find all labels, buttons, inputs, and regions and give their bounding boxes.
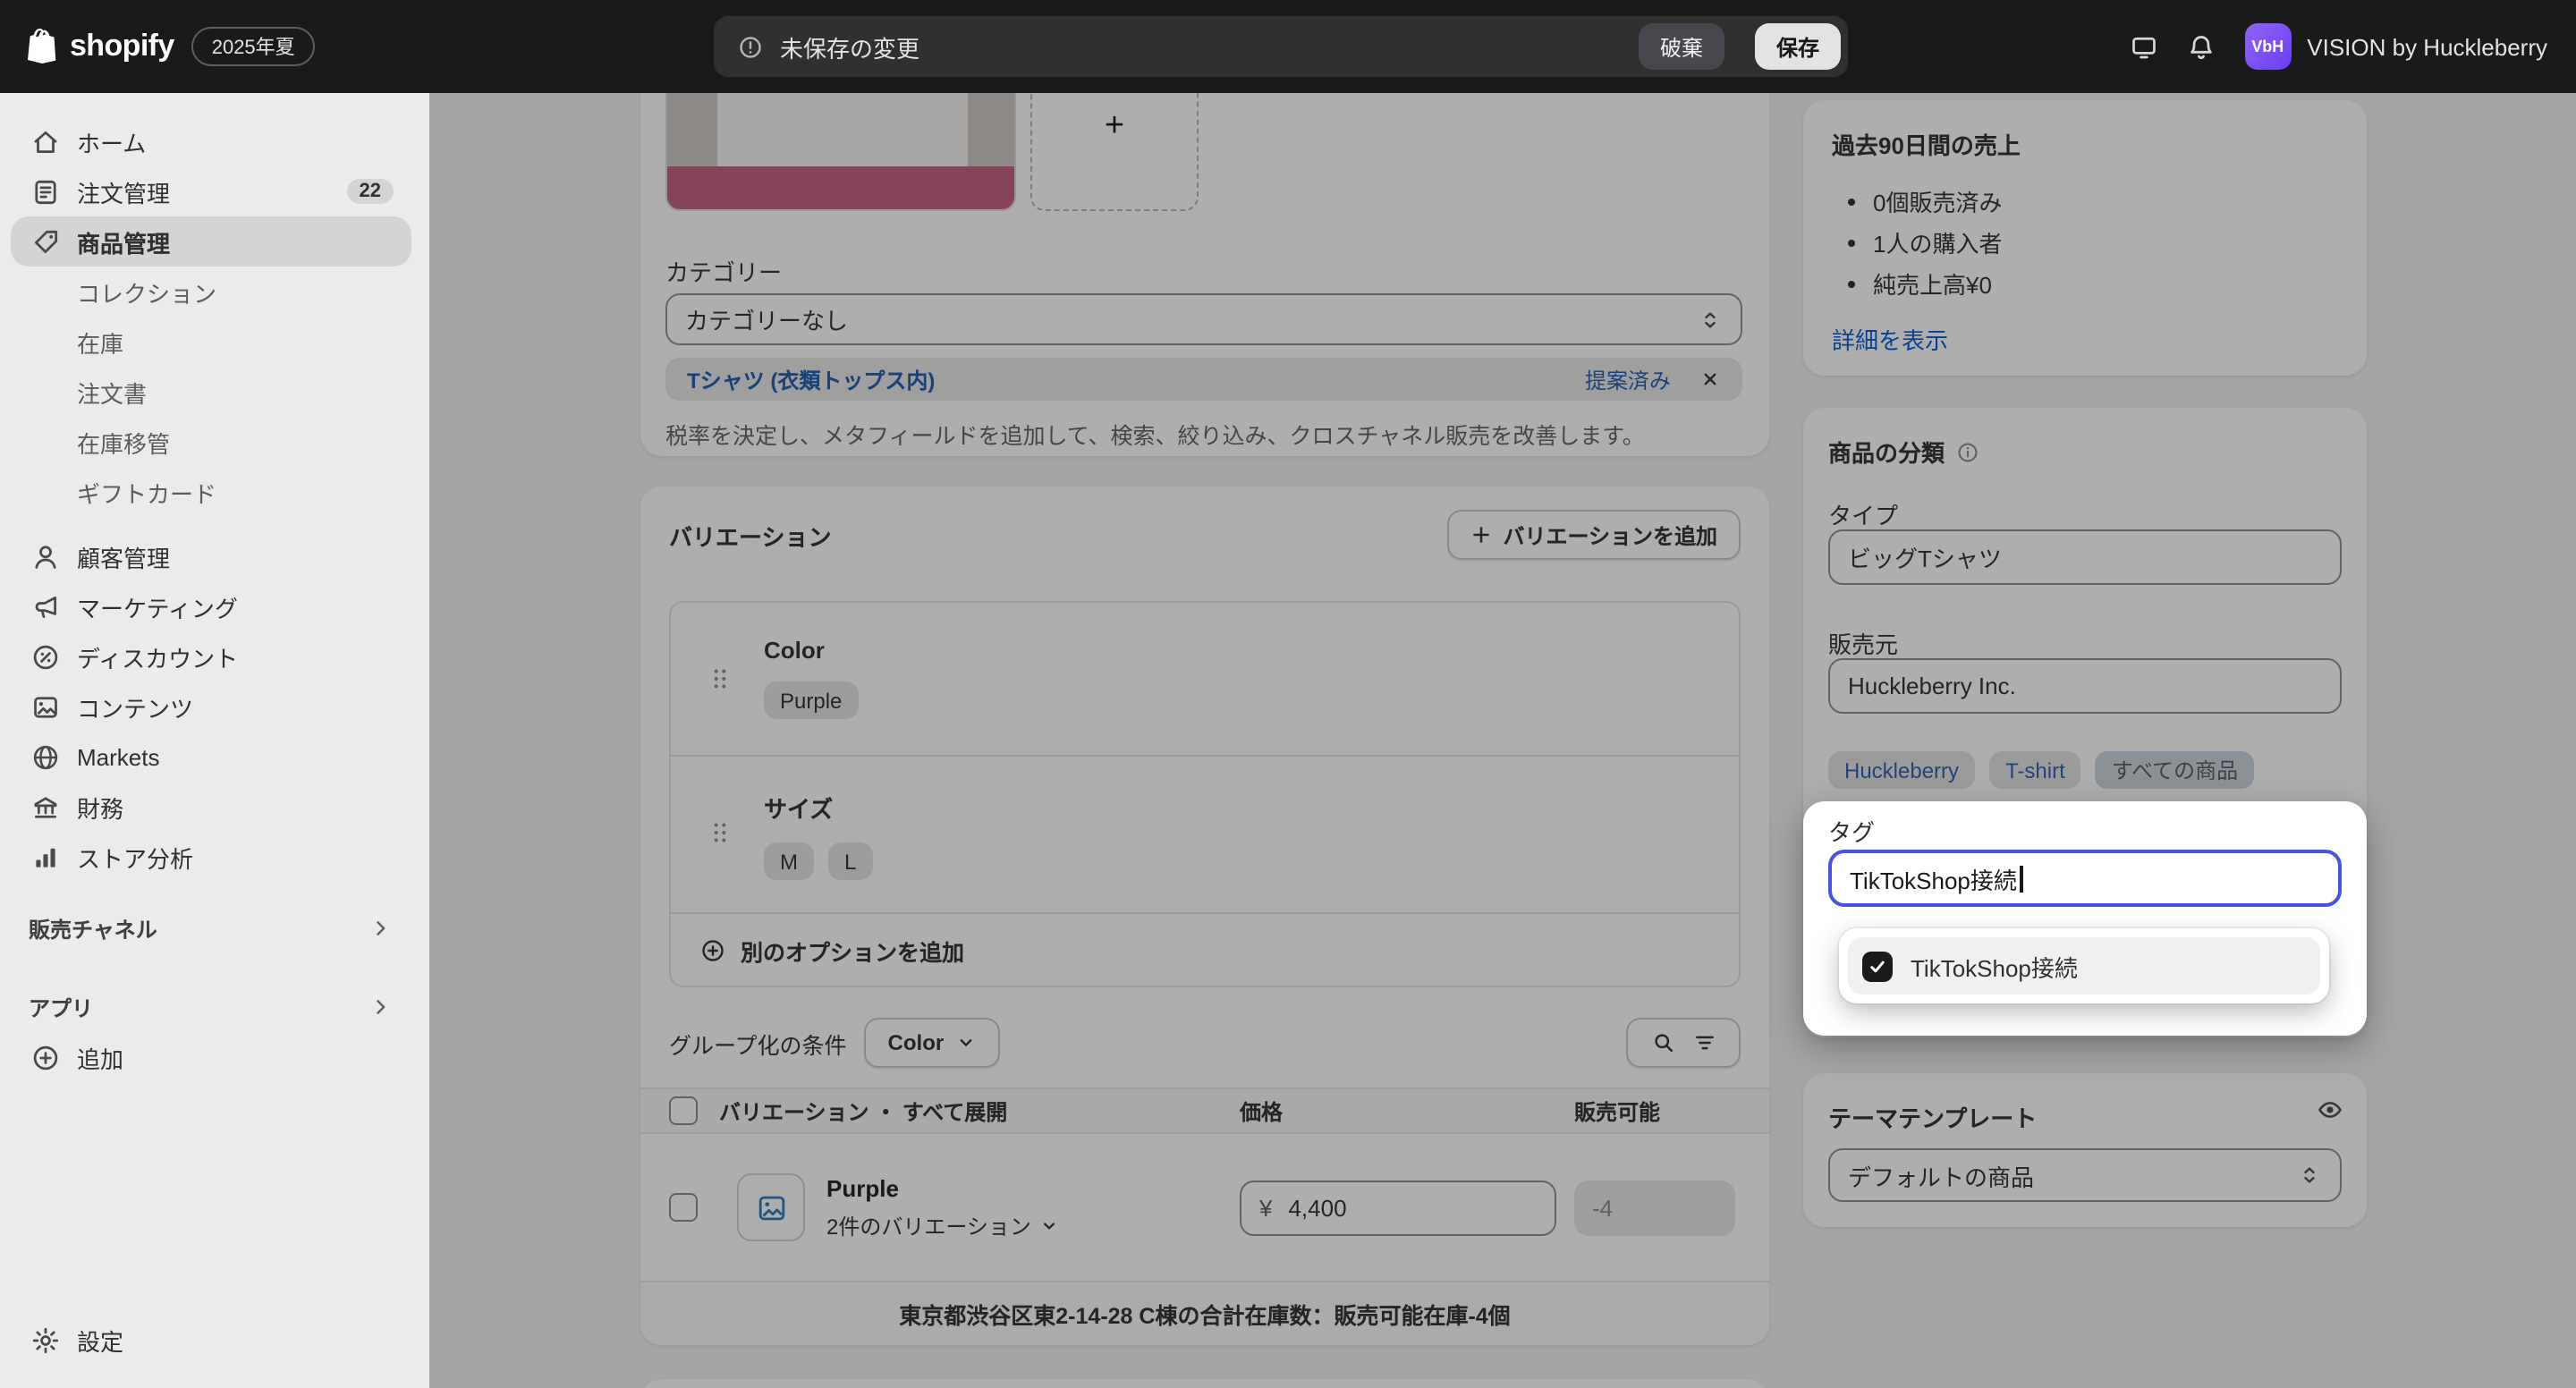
sidebar-label-markets: Markets [77, 743, 159, 770]
finance-icon [29, 791, 61, 822]
sidebar-section-apps[interactable]: アプリ [11, 982, 411, 1032]
alert-circle-icon [737, 33, 764, 60]
sidebar-item-home[interactable]: ホーム [11, 116, 411, 166]
customers-icon [29, 541, 61, 571]
sidebar-item-finance[interactable]: 財務 [11, 782, 411, 832]
sidebar-item-customers[interactable]: 顧客管理 [11, 531, 411, 581]
gear-icon [29, 1325, 61, 1355]
sidebar-subitem-inventory[interactable]: 在庫 [11, 317, 411, 367]
account-name: VISION by Huckleberry [2307, 33, 2547, 60]
sidebar-item-markets[interactable]: Markets [11, 732, 411, 782]
shopify-logo[interactable]: shopify [25, 27, 174, 66]
shopify-admin: shopify 2025年夏 未保存の変更 破棄 保存 [0, 0, 2576, 1388]
sidebar-section-sales-channels[interactable]: 販売チャネル [11, 903, 411, 953]
sidebar-item-settings[interactable]: 設定 [11, 1315, 411, 1365]
tag-option-row[interactable]: TikTokShop接続 [1848, 937, 2320, 994]
tag-input-value: TikTokShop接続 [1850, 861, 2017, 895]
checked-checkbox[interactable] [1862, 951, 1893, 981]
sidebar-item-discounts[interactable]: ディスカウント [11, 631, 411, 681]
orders-icon [29, 176, 61, 207]
sidebar-subitem-transfers[interactable]: 在庫移管 [11, 417, 411, 467]
markets-icon [29, 741, 61, 772]
sidebar-label-home: ホーム [77, 124, 146, 158]
shopify-bag-icon [25, 27, 61, 66]
topbar: shopify 2025年夏 未保存の変更 破棄 保存 [0, 0, 2576, 93]
content-icon [29, 691, 61, 722]
backdrop-overlay[interactable] [429, 93, 2576, 1388]
sidebar-label-analytics: ストア分析 [77, 840, 193, 874]
sidebar-item-analytics[interactable]: ストア分析 [11, 832, 411, 882]
sidebar-item-content[interactable]: コンテンツ [11, 681, 411, 732]
discounts-icon [29, 641, 61, 672]
sidebar-subitem-purchase-orders[interactable]: 注文書 [11, 367, 411, 417]
notifications-button[interactable] [2173, 18, 2230, 75]
sidebar-subitem-collections[interactable]: コレクション [11, 267, 411, 317]
products-icon [29, 226, 61, 257]
sidebar-label-add: 追加 [77, 1040, 123, 1074]
unsaved-changes-label: 未保存の変更 [780, 30, 919, 63]
save-button[interactable]: 保存 [1755, 23, 1841, 70]
discard-button[interactable]: 破棄 [1639, 23, 1724, 70]
chevron-right-icon [369, 916, 394, 941]
sidebar-item-products[interactable]: 商品管理 [11, 216, 411, 267]
bell-icon [2186, 31, 2216, 62]
workspace: + カテゴリー カテゴリーなし Tシャツ (衣類トップス内) 提案済み 税率を決… [429, 93, 2576, 1388]
sidebar-item-marketing[interactable]: マーケティング [11, 581, 411, 631]
shopify-wordmark: shopify [70, 29, 174, 64]
tag-popover: タグ TikTokShop接続 TikTokShop接続 [1803, 801, 2367, 1036]
sidebar-label-customers: 顧客管理 [77, 539, 170, 573]
text-cursor [2021, 865, 2023, 892]
home-icon [29, 126, 61, 157]
sidebar-item-add[interactable]: 追加 [11, 1032, 411, 1082]
sidebar-label-content: コンテンツ [77, 690, 193, 724]
account-menu[interactable]: VbH VISION by Huckleberry [2244, 23, 2547, 70]
desktop-icon [2129, 31, 2159, 62]
orders-count-badge: 22 [347, 179, 394, 204]
topbar-right: VbH VISION by Huckleberry [2115, 18, 2576, 75]
unsaved-changes-bar: 未保存の変更 破棄 保存 [714, 16, 1848, 77]
tag-label: タグ [1828, 814, 1875, 848]
chevron-right-icon [369, 994, 394, 1020]
sidebar-item-orders[interactable]: 注文管理 22 [11, 166, 411, 216]
apps-label: アプリ [29, 992, 93, 1022]
season-badge: 2025年夏 [192, 27, 315, 66]
sidebar-label-finance: 財務 [77, 790, 123, 824]
tag-suggestions-dropdown: TikTokShop接続 [1839, 928, 2329, 1003]
tag-input[interactable]: TikTokShop接続 [1828, 850, 2342, 907]
preview-button[interactable] [2115, 18, 2173, 75]
marketing-icon [29, 591, 61, 622]
sidebar-label-settings: 設定 [77, 1323, 123, 1357]
plus-circle-icon [29, 1042, 61, 1072]
sidebar: ホーム 注文管理 22 商品管理 コレクション 在庫 注文書 在庫移管 ギフトカ… [0, 93, 429, 1388]
sidebar-label-products: 商品管理 [77, 224, 170, 258]
logo-area: shopify 2025年夏 [0, 27, 429, 66]
sidebar-label-discounts: ディスカウント [77, 639, 238, 673]
sales-channels-label: 販売チャネル [29, 913, 157, 944]
sidebar-subitem-gift-cards[interactable]: ギフトカード [11, 467, 411, 517]
analytics-icon [29, 842, 61, 872]
sidebar-label-marketing: マーケティング [77, 589, 238, 623]
sidebar-label-orders: 注文管理 [77, 174, 170, 208]
check-icon [1868, 956, 1887, 976]
avatar: VbH [2244, 23, 2291, 70]
tag-option-label: TikTokShop接続 [1911, 949, 2078, 983]
